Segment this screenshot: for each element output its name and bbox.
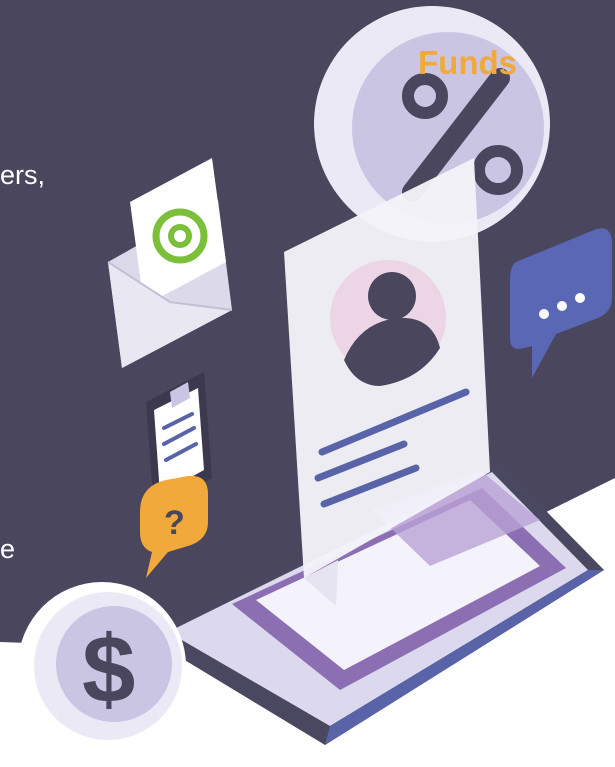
body-text-fragment-2: e: [0, 534, 16, 564]
body-text-fragment-1: ers,: [0, 160, 46, 190]
svg-text:$: $: [82, 616, 135, 723]
dollar-icon: $: [18, 582, 186, 750]
svg-text:?: ?: [164, 504, 185, 542]
heading-fragment: Funds: [418, 44, 517, 81]
illustration-canvas: ? $: [0, 0, 615, 750]
